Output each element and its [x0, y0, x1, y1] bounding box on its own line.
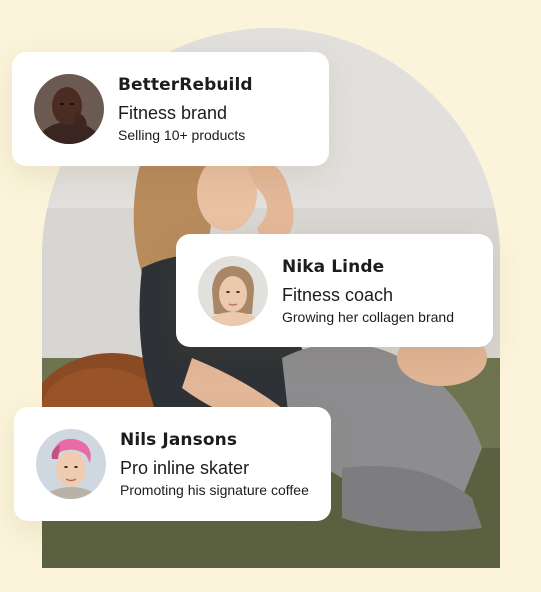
man-pink-hair-portrait-avatar — [36, 429, 106, 499]
profile-info: Nils Jansons Pro inline skater Promoting… — [120, 430, 309, 498]
profile-role: Fitness coach — [282, 284, 394, 305]
profile-name: Nika Linde — [282, 256, 385, 277]
profile-detail: Growing her collagen brand — [282, 308, 454, 325]
profile-name: Nils Jansons — [120, 430, 238, 450]
profile-card-nika-linde[interactable]: Nika Linde Fitness coach Growing her col… — [176, 234, 493, 347]
profile-detail: Selling 10+ products — [118, 127, 246, 143]
hero-stage: BetterRebuild Fitness brand Selling 10+ … — [0, 0, 541, 592]
profile-card-betterrebuild[interactable]: BetterRebuild Fitness brand Selling 10+ … — [12, 52, 329, 166]
profile-info: Nika Linde Fitness coach Growing her col… — [282, 257, 454, 325]
woman-portrait-avatar — [198, 255, 268, 326]
man-portrait-avatar — [34, 74, 104, 144]
profile-role: Fitness brand — [118, 103, 228, 123]
profile-detail: Promoting his signature coffee — [120, 482, 309, 498]
profile-name: BetterRebuild — [118, 75, 253, 95]
profile-card-nils-jansons[interactable]: Nils Jansons Pro inline skater Promoting… — [14, 407, 331, 521]
profile-info: BetterRebuild Fitness brand Selling 10+ … — [118, 75, 253, 143]
profile-role: Pro inline skater — [120, 458, 250, 478]
